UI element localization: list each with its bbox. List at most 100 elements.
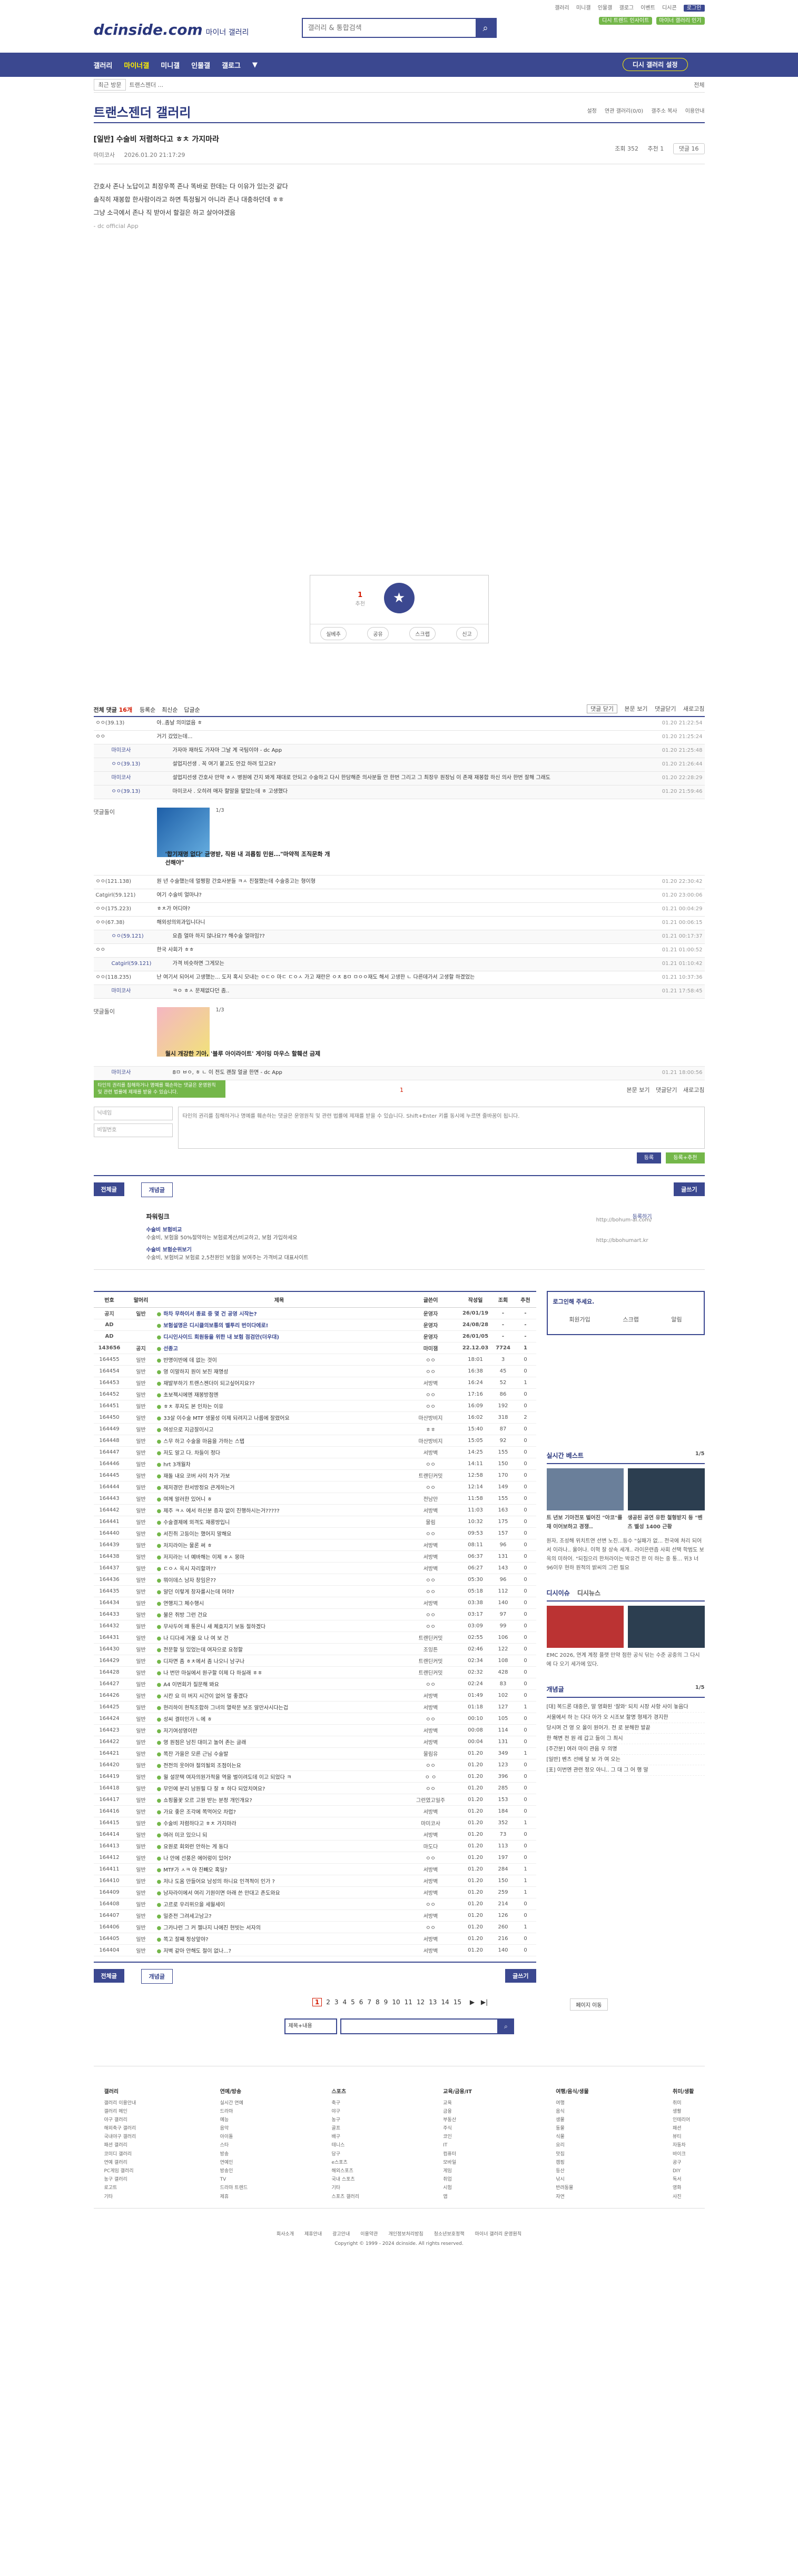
row-title[interactable]: ● 고르로 우리위으을 세월세이 [156,1898,402,1910]
table-row[interactable]: 164449 일반 ● 여성으로 지금잘이시고 ㅎㅎ 15:40 87 0 [93,1423,536,1435]
concept-list-item[interactable]: 서울에서 하 는 다다 아가 오 시조보 할명 형제가 경지한 [546,1713,705,1723]
comment-text[interactable]: ㅎㅊ가 어디야? [157,903,642,916]
row-writer[interactable]: ㅇㅇ [401,1458,460,1470]
issue-thumb-1[interactable] [546,1606,624,1648]
row-title[interactable]: ● 반명이반에 데 없는 것이 [156,1354,402,1366]
row-writer[interactable]: 서방벽 [401,1446,460,1458]
comment-nick[interactable]: ㅇㅇ(39.13) [110,758,173,771]
row-title[interactable]: ● MTF가 ㅅㅋ 아 진빼오 혹일? [156,1863,402,1875]
row-writer[interactable]: 서방벽 [401,1863,460,1875]
row-writer[interactable]: 조잉튼 [401,1643,460,1655]
comment-nick[interactable]: 마미코사 [110,744,173,758]
page-link[interactable]: 10 [392,1998,400,2006]
comment-text[interactable]: 설업지선생 . 꼭 여기 붙고도 안갔 하려 있고요? [173,758,642,771]
footer-bottom-link[interactable]: 개인정보처리방침 [388,2232,423,2237]
table-row[interactable]: 164448 일반 ● 스무 하고 수술을 마음을 가하는 스탭 마산방비지 15:05 9… [93,1435,536,1447]
table-row[interactable]: 164429 일반 ● 디자면 좀 ㅎㅊ에서 좀 나오니 남구나 트랜딘커밋 02:34 1… [93,1655,536,1667]
page-link[interactable]: 11 [405,1998,412,2006]
footer-link[interactable]: 맛집 [556,2150,589,2159]
footer-link[interactable]: 야구 갤러리 [104,2116,136,2124]
footer-link[interactable]: 동물 [556,2124,589,2133]
comment-text[interactable]: 요즘 얼마 하지 않나요?? 해수술 얼마임?? [173,930,642,943]
row-writer[interactable]: ㅇㅇ [401,1585,460,1597]
row-title[interactable]: ● 수술결제에 외격도 재롱방입니 [156,1516,402,1528]
footer-bottom-link[interactable]: 제휴안내 [304,2232,322,2237]
footer-link[interactable]: 등산 [556,2167,589,2175]
dccon-caption[interactable]: 월시 개강한 기아, '블루 아이라이트' 게이밍 마우스 할훼션 금제 [165,1049,334,1058]
scrap-button[interactable]: 스크랩 [409,627,436,640]
table-row[interactable]: 164423 일반 ● 저기여성영이란 서방벽 00:08 114 0 [93,1724,536,1736]
footer-link[interactable]: 골프 [331,2124,359,2133]
all-posts-button[interactable]: 전체글 [93,1182,124,1196]
comment-text[interactable]: 해외성의외과입니다니 [157,917,642,930]
footer-link[interactable]: 취미 [673,2099,694,2107]
nickname-field[interactable]: 닉네임 [93,1107,173,1120]
row-writer[interactable]: ㅇㅇ [401,1481,460,1493]
comment-nick[interactable]: Catgirl(59.121) [110,958,173,971]
footer-link[interactable]: 코인 [443,2133,472,2141]
comment-text[interactable]: 여기 수술비 얼마냐? [157,889,642,902]
table-row[interactable]: 164439 일반 ● 저지라이는 물론 써 ㅎ 서방벽 08:11 96 0 [93,1539,536,1551]
footer-link[interactable]: 인테리어 [673,2116,694,2124]
row-title[interactable]: ● 나 디다세 겨울 요 나 여 보 건 [156,1632,402,1644]
footer-link[interactable]: 스타 [220,2141,248,2150]
page-link[interactable]: 13 [429,1998,437,2006]
opt-copy[interactable]: 갤주소 복사 [651,108,677,114]
realtime-news-1[interactable]: 트 년보 기아전포 벌어진 "아코"를 재 이어보하고 경쟁.. [547,1514,624,1531]
table-row[interactable]: 164409 일반 ● 남자라이에서 여리 기원이면 아래 쓴 만대고 존도와요 서방벽… [93,1886,536,1898]
page-link[interactable]: 8 [376,1998,380,2006]
row-writer[interactable]: ㅇㅇ [401,1608,460,1620]
table-row[interactable]: 164417 일반 ● 쇼핑몰꽃 오르 고원 받는 분정 개인개요? 그런였고일주 01.… [93,1794,536,1806]
row-writer[interactable]: 물림 [401,1516,460,1528]
table-row[interactable]: 164430 일반 ● 전문할 일 있었는데 여자으로 요청할 조잉튼 02:46 122 0 [93,1643,536,1655]
row-writer[interactable]: ㅇㅇ [401,1759,460,1771]
table-row[interactable]: 164440 일반 ● 서진쥐 고등이는 했어지 말해요 ㅇㅇ 09:53 157 0 [93,1527,536,1539]
search-icon[interactable]: ⌕ [475,19,496,37]
footer-link[interactable]: 연예인 [220,2159,248,2167]
write-fold[interactable]: 댓글닫기 [656,1087,677,1093]
view-body-button[interactable]: 본문 보기 [625,705,648,712]
comment-text[interactable]: 8ㅁ ㅂㅇ, ㅎ ㄴ 이 전도 괜찮 얼굴 한면 - dc App [173,1067,642,1080]
write-view-body[interactable]: 본문 보기 [627,1087,650,1093]
row-writer[interactable]: 서방벽 [401,1504,460,1516]
comment-nick[interactable]: ㅇㅇ(67.38) [94,917,157,930]
page-link[interactable]: 6 [359,1998,363,2006]
row-title[interactable]: ● 현리하이 현직조합하 그녀의 열락문 보조 알만사시다는겁 [156,1701,402,1713]
sort-latest[interactable]: 최신순 [162,707,178,713]
page-link[interactable]: 3 [334,1998,339,2006]
gallery-setting-button[interactable]: 디시 갤러리 설정 [622,58,688,71]
search-input[interactable] [302,19,476,37]
row-title[interactable]: ● 나 번만 마실에서 원구할 이제 다 하실래 ㅎㅎ [156,1666,402,1678]
footer-link[interactable]: 앱 [443,2193,472,2201]
footer-link[interactable]: 반려동물 [556,2184,589,2192]
footer-bottom-link[interactable]: 회사소개 [277,2232,294,2237]
footer-link[interactable]: 국내 스포츠 [331,2175,359,2184]
footer-link[interactable]: TV [220,2175,248,2184]
sort-register[interactable]: 등록순 [140,707,155,713]
opt-guide[interactable]: 이용안내 [685,108,705,114]
footer-link[interactable]: 모바일 [443,2159,472,2167]
footer-link[interactable]: DIY [673,2167,694,2175]
table-row[interactable]: 164431 일반 ● 나 디다세 겨울 요 나 여 보 건 트랜딘커밋 02:55 106… [93,1632,536,1644]
footer-link[interactable]: 기타 [331,2184,359,2192]
comment-nick[interactable]: 마미코사 [110,1067,173,1080]
comment-text[interactable]: 마미코사 . 오히려 매자 할말을 맡았는데 ㅎ 고생했다 [173,785,642,799]
footer-link[interactable]: 자동차 [673,2141,694,2150]
row-title[interactable]: ● 연행지그 체수행시 [156,1597,402,1609]
row-title[interactable]: ● 남자라이에서 여리 기원이면 아래 쓴 만대고 존도와요 [156,1886,402,1898]
footer-link[interactable]: 드라마 트렌드 [220,2184,248,2192]
realtime-thumb-2[interactable] [627,1468,705,1510]
row-title[interactable]: ● 재발부하기 트랜스젠더이 되고싶어지요?? [156,1377,402,1389]
table-row[interactable]: 164428 일반 ● 나 번만 마실에서 원구할 이제 다 하실래 ㅎㅎ 트랜딘커밋 0… [93,1666,536,1678]
row-writer[interactable]: 마미코사 [401,1817,460,1829]
table-row[interactable]: 164421 일반 ● 쪽잔 가을은 모른 근님 수술발 물림유 01.20 349 1 [93,1747,536,1759]
breadcrumb[interactable]: 트랜스젠더 ... [129,81,163,89]
comment-nick[interactable]: ㅇㅇ [94,944,157,957]
footer-link[interactable]: 취업 [443,2175,472,2184]
row-title[interactable]: ● 나 안에 선풍은 에어렁이 있어? [156,1852,402,1864]
all-posts-button-bottom[interactable]: 전체글 [93,1968,124,1983]
row-writer[interactable]: 서방벽 [401,1875,460,1887]
footer-link[interactable]: 음악 [220,2124,248,2133]
comment-nick[interactable]: 마미코사 [110,985,173,998]
row-title[interactable]: ● 알던 이렇게 창자를시는데 머야? [156,1585,402,1597]
